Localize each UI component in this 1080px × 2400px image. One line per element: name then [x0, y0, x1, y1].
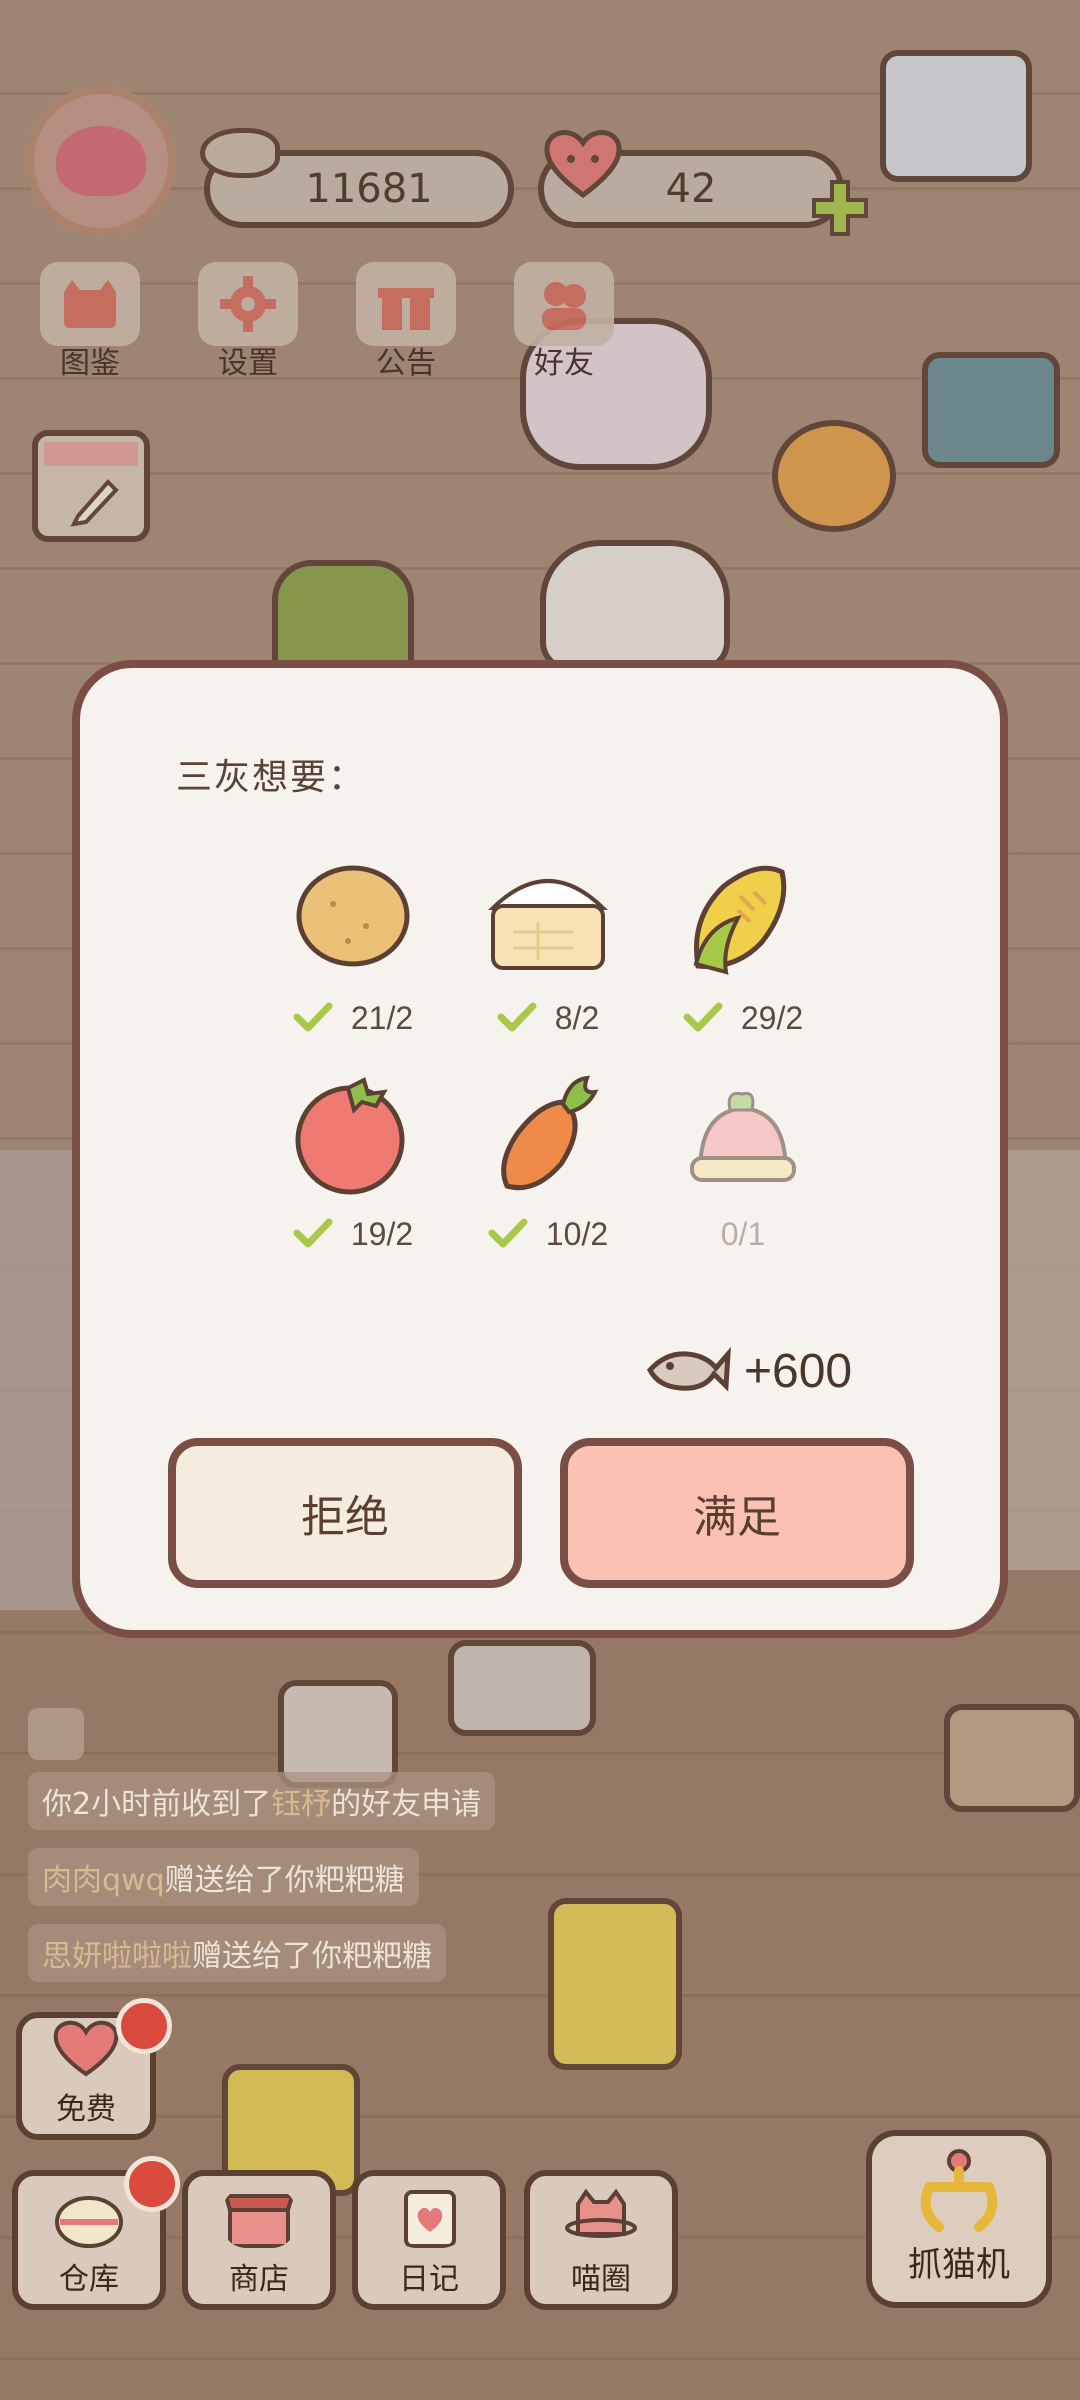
item-count: 10/2 [545, 1216, 609, 1252]
check-icon [488, 1217, 528, 1253]
warehouse-badge [124, 2156, 180, 2212]
shop-label: 商店 [229, 2262, 289, 2297]
item-count: 19/2 [350, 1216, 414, 1252]
request-item: 10/2 [463, 1072, 633, 1253]
bun-icon [55, 2196, 123, 2248]
notification-user: 思妍啦啦啦 [42, 1939, 192, 1974]
cat-circle-button[interactable]: 喵圈 [524, 2170, 678, 2310]
cat-circle-label: 喵圈 [571, 2262, 631, 2297]
chat-toggle-icon[interactable] [28, 1708, 84, 1760]
shop-button[interactable]: 商店 [182, 2170, 336, 2310]
tomato-icon [295, 1077, 405, 1195]
notification-user: 肉肉qwq [42, 1863, 165, 1898]
item-count: 21/2 [350, 1000, 414, 1036]
carrot-icon [501, 1075, 599, 1191]
check-icon [293, 1217, 333, 1253]
claw-machine-label: 抓猫机 [908, 2245, 1010, 2285]
dialog-title: 三灰想要： [176, 757, 367, 798]
reject-button[interactable]: 拒绝 [168, 1438, 522, 1588]
warehouse-label: 仓库 [59, 2262, 119, 2297]
fish-icon [646, 1346, 731, 1392]
check-icon [683, 1001, 723, 1037]
notification-item: 思妍啦啦啦 赠送给了你粑粑糖 [28, 1924, 446, 1982]
notification-user: 钰杼 [271, 1787, 332, 1822]
diary-label: 日记 [399, 2262, 459, 2297]
shop-icon [223, 2194, 295, 2248]
rice-bun-icon [488, 879, 608, 970]
claw-machine-button[interactable]: 抓猫机 [866, 2130, 1052, 2308]
request-item: 19/2 [268, 1072, 438, 1253]
pudding-icon [690, 1091, 796, 1182]
notification-suffix: 的好友申请 [331, 1787, 482, 1822]
diary-button[interactable]: 日记 [352, 2170, 506, 2310]
notification-item: 肉肉qwq 赠送给了你粑粑糖 [28, 1848, 419, 1906]
corn-icon [693, 865, 787, 975]
accept-button[interactable]: 满足 [560, 1438, 914, 1588]
reward: +600 [644, 1340, 852, 1402]
reject-label: 拒绝 [301, 1492, 389, 1543]
notification-suffix: 赠送给了你粑粑糖 [192, 1939, 432, 1974]
check-icon [497, 1001, 537, 1037]
item-count: 0/1 [720, 1216, 766, 1252]
reward-amount: +600 [744, 1344, 853, 1398]
diary-icon [404, 2190, 456, 2248]
request-item: 29/2 [658, 856, 828, 1037]
cat-planet-icon [565, 2188, 637, 2238]
item-count: 8/2 [554, 1000, 600, 1036]
heart-gift-icon [53, 2020, 119, 2077]
cat-request-dialog: 三灰想要： 21/2 8/2 29/2 19/2 10/2 0/1 +600 拒… [72, 660, 1008, 1638]
item-count: 29/2 [740, 1000, 804, 1036]
check-icon [293, 1001, 333, 1037]
notification-prefix: 你2小时前收到了 [42, 1787, 272, 1822]
request-item: 0/1 [658, 1072, 828, 1253]
notification-item: 你2小时前收到了 钰杼 的好友申请 [28, 1772, 496, 1830]
accept-label: 满足 [693, 1492, 781, 1543]
notification-suffix: 赠送给了你粑粑糖 [164, 1863, 405, 1898]
free-label: 免费 [56, 2092, 116, 2127]
free-badge [116, 1998, 172, 2054]
request-item: 21/2 [268, 856, 438, 1037]
request-item: 8/2 [463, 856, 633, 1037]
potato-icon [296, 865, 410, 967]
claw-icon [920, 2149, 998, 2232]
